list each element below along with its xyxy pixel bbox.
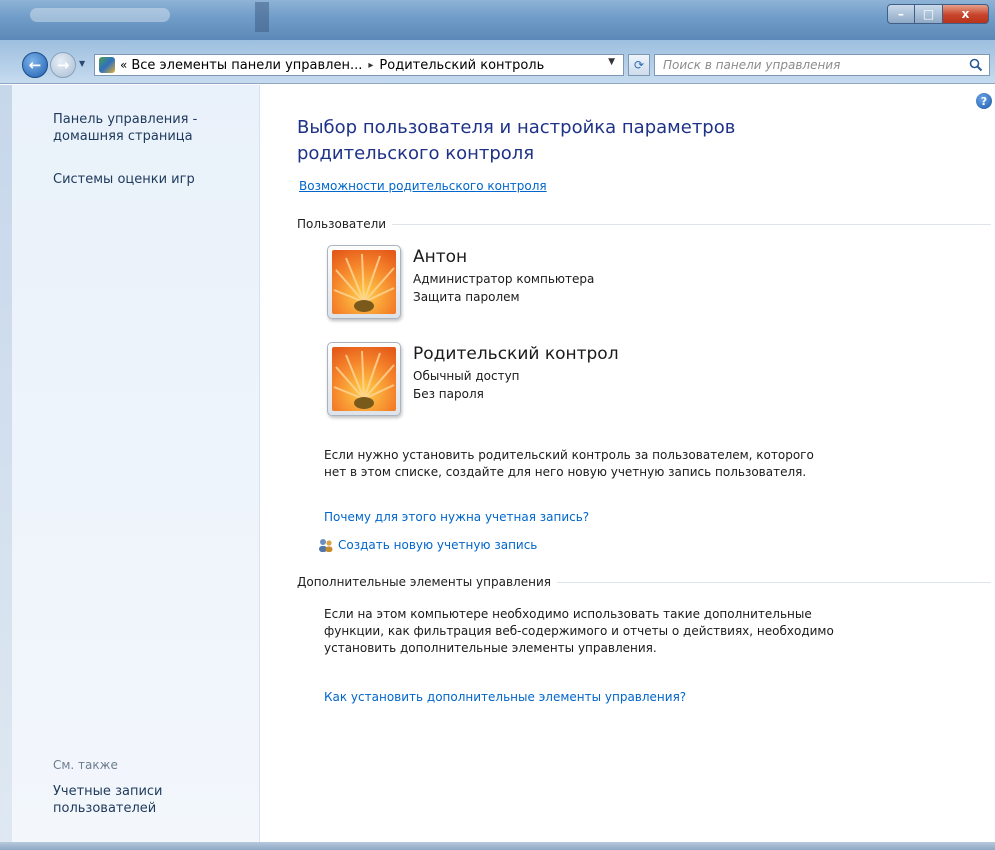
parental-controls-features-link[interactable]: Возможности родительского контроля [299, 179, 547, 193]
user-role: Обычный доступ [413, 369, 520, 383]
search-input[interactable] [655, 55, 955, 75]
extra-controls-section-header: Дополнительные элементы управления [297, 573, 991, 591]
refresh-button[interactable]: ⟳ [628, 54, 650, 76]
section-divider [556, 581, 991, 583]
flower-avatar-icon [332, 250, 396, 314]
user-card-anton[interactable]: Антон Администратор компьютера Защита па… [327, 245, 747, 327]
user-card-parental[interactable]: Родительский контрол Обычный доступ Без … [327, 342, 747, 424]
create-account-link[interactable]: Создать новую учетную запись [338, 538, 537, 552]
breadcrumb-all-items[interactable]: Все элементы панели управлен... [131, 58, 362, 73]
create-account-info: Если нужно установить родительский контр… [324, 448, 814, 479]
window-controls: – □ x [887, 4, 989, 24]
search-icon[interactable] [969, 58, 983, 72]
install-extra-controls-link[interactable]: Как установить дополнительные элементы у… [324, 690, 686, 704]
left-navigation-pane: Панель управления - домашняя страница Си… [0, 85, 260, 842]
user-password-status: Защита паролем [413, 290, 520, 304]
close-button[interactable]: x [943, 4, 989, 24]
window-titlebar[interactable]: – □ x [0, 0, 995, 40]
control-panel-icon [99, 57, 115, 73]
arrow-left-icon: ← [28, 56, 42, 74]
users-icon [319, 539, 333, 552]
back-button[interactable]: ← [22, 52, 48, 78]
help-button[interactable]: ? [976, 93, 992, 109]
user-accounts-link[interactable]: Учетные записи пользователей [53, 783, 183, 817]
user-avatar [327, 342, 401, 416]
extra-controls-section-label: Дополнительные элементы управления [297, 575, 551, 589]
address-history-dropdown[interactable]: ▼ [608, 57, 615, 67]
minimize-button[interactable]: – [887, 4, 915, 24]
page-title: Выбор пользователя и настройка параметро… [297, 117, 736, 164]
why-account-link[interactable]: Почему для этого нужна учетная запись? [324, 510, 589, 524]
search-box [654, 54, 990, 76]
pane-edge [0, 85, 12, 842]
flower-avatar-icon [332, 347, 396, 411]
address-toolbar: ← → ▼ « Все элементы панели управлен... … [0, 40, 995, 84]
help-icon: ? [980, 94, 988, 108]
users-section-header: Пользователи [297, 215, 991, 233]
user-name: Родительский контрол [413, 344, 619, 364]
user-password-status: Без пароля [413, 387, 484, 401]
user-role: Администратор компьютера [413, 272, 595, 286]
see-also-heading: См. также [53, 758, 118, 772]
maximize-button[interactable]: □ [915, 4, 943, 24]
window-bottom-border [0, 842, 995, 850]
breadcrumb-parental-controls[interactable]: Родительский контроль [379, 58, 544, 73]
arrow-right-icon: → [56, 56, 70, 74]
game-ratings-link[interactable]: Системы оценки игр [53, 171, 243, 188]
refresh-icon: ⟳ [633, 58, 645, 72]
window-title-blur [30, 8, 170, 22]
breadcrumb-separator[interactable]: ▸ [368, 60, 373, 71]
user-avatar [327, 245, 401, 319]
extra-controls-info: Если на этом компьютере необходимо испол… [324, 607, 834, 655]
forward-button[interactable]: → [50, 52, 76, 78]
section-divider [392, 223, 991, 225]
address-overflow-chevron[interactable]: « [120, 58, 127, 72]
main-content: ? Выбор пользователя и настройка парамет… [261, 85, 995, 842]
create-account-row[interactable]: Создать новую учетную запись [317, 537, 537, 553]
user-name: Антон [413, 247, 468, 267]
users-section-label: Пользователи [297, 217, 387, 231]
address-bar[interactable]: « Все элементы панели управлен... ▸ Роди… [94, 54, 624, 76]
titlebar-divider [255, 2, 269, 32]
control-panel-home-link[interactable]: Панель управления - домашняя страница [53, 111, 243, 145]
recent-pages-dropdown[interactable]: ▼ [79, 59, 85, 68]
